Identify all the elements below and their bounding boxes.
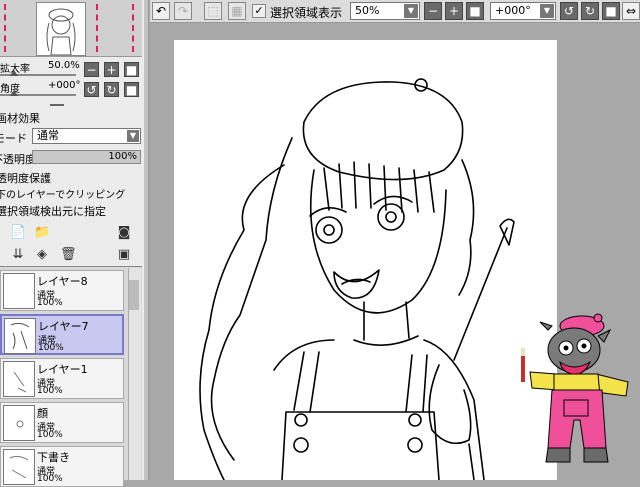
new-layer-icon[interactable]: 📄 xyxy=(10,225,26,241)
layer-mask-icon[interactable]: ◙ xyxy=(116,225,132,241)
navigator-preview[interactable] xyxy=(0,0,142,57)
layer-thumbnail-sketch xyxy=(10,322,30,350)
navigator-frame-left xyxy=(4,4,6,52)
angle-select[interactable]: +000° ▼ xyxy=(490,2,556,20)
layer-thumbnail-sketch xyxy=(9,455,29,479)
blend-mode-value: 通常 xyxy=(37,129,59,142)
rotate-value: +000° xyxy=(48,80,81,91)
zoom-reset-button[interactable]: ■ xyxy=(124,62,139,77)
scale-slider-knob[interactable] xyxy=(10,70,18,76)
layer-thumbnail-sketch xyxy=(16,420,24,428)
canvas-paper[interactable] xyxy=(174,40,557,481)
blend-mode-select[interactable]: 通常 ▼ xyxy=(32,128,141,144)
mode-label: モード xyxy=(0,132,27,145)
layer-thumbnail-sketch xyxy=(13,371,27,393)
layer-settings-icon[interactable]: ▣ xyxy=(116,247,132,263)
material-effect-title: 画材効果 xyxy=(0,112,40,125)
rotate-left-button[interactable]: ↺ xyxy=(84,82,99,97)
zoom-out-button[interactable]: − xyxy=(84,62,99,77)
redo-icon[interactable]: ↷ xyxy=(174,2,192,20)
layer-opacity: 100% xyxy=(38,343,64,353)
top-toolbar: ↶ ↷ ⬚ ▦ ✓ 選択領域表示 50% ▼ − + ■ +000° ▼ ↺ ↻… xyxy=(150,0,640,23)
layer-item[interactable]: 下書き 通常 100% xyxy=(0,446,124,487)
navigator-thumbnail xyxy=(36,2,86,56)
new-folder-icon[interactable]: 📁 xyxy=(34,225,50,241)
option-clip-to-lower[interactable]: 下のレイヤーでクリッピング xyxy=(0,186,125,201)
panel-splitter[interactable] xyxy=(144,0,148,480)
layer-name: 顔 xyxy=(37,407,48,420)
panel-divider-grip[interactable] xyxy=(50,104,64,106)
navigator-thumbnail-sketch xyxy=(46,8,76,56)
clear-layer-icon[interactable]: ◈ xyxy=(34,247,50,263)
rotate-reset-toolbar-button[interactable]: ■ xyxy=(602,2,620,20)
layer-name: 下書き xyxy=(37,451,70,464)
rotate-right-toolbar-button[interactable]: ↻ xyxy=(581,2,599,20)
zoom-reset-toolbar-button[interactable]: ■ xyxy=(466,2,484,20)
layer-thumbnail xyxy=(3,273,35,309)
trash-icon[interactable]: 🗑 xyxy=(60,247,77,263)
layer-opacity: 100% xyxy=(37,298,63,308)
scale-value: 50.0% xyxy=(48,60,80,71)
merge-down-icon[interactable]: ⇊ xyxy=(10,247,26,263)
layer-name: レイヤー8 xyxy=(37,275,88,288)
deselect-icon[interactable]: ⬚ xyxy=(204,2,222,20)
option-protect-opacity[interactable]: 透明度保護 xyxy=(0,170,51,186)
option-selection-source[interactable]: 選択領域検出元に指定 xyxy=(0,203,106,219)
zoom-select[interactable]: 50% ▼ xyxy=(350,2,420,20)
undo-icon[interactable]: ↶ xyxy=(152,2,170,20)
opacity-label: 不透明度 xyxy=(0,153,36,166)
layer-name: レイヤー1 xyxy=(37,363,88,376)
navigator-frame-right xyxy=(132,4,134,52)
rotate-left-toolbar-button[interactable]: ↺ xyxy=(560,2,578,20)
line-art-drawing xyxy=(199,78,515,481)
zoom-in-button[interactable]: + xyxy=(104,62,119,77)
flip-horizontal-icon[interactable]: ⇔ xyxy=(622,2,640,20)
layer-opacity: 100% xyxy=(37,430,63,440)
opacity-value: 100% xyxy=(108,151,137,162)
invert-selection-icon[interactable]: ▦ xyxy=(228,2,246,20)
layer-item[interactable]: レイヤー1 通常 100% xyxy=(0,358,124,399)
zoom-in-toolbar-button[interactable]: + xyxy=(445,2,463,20)
rotate-reset-button[interactable]: ■ xyxy=(124,82,139,97)
layer-item[interactable]: レイヤー8 通常 100% xyxy=(0,270,124,311)
chevron-down-icon: ▼ xyxy=(540,4,554,18)
layer-thumbnail xyxy=(4,318,36,354)
layer-thumbnail xyxy=(3,361,35,397)
rotate-right-button[interactable]: ↻ xyxy=(104,82,119,97)
zoom-value: 50% xyxy=(355,4,380,17)
rotate-slider-knob[interactable] xyxy=(10,90,18,96)
chevron-down-icon: ▼ xyxy=(127,130,139,142)
mascot-character xyxy=(521,313,629,463)
selection-display-checkbox[interactable]: ✓ xyxy=(252,4,266,18)
layer-item[interactable]: 顔 通常 100% xyxy=(0,402,124,443)
layer-scrollbar-thumb[interactable] xyxy=(129,280,139,310)
layer-thumbnail xyxy=(3,405,35,441)
selection-display-label: 選択領域表示 xyxy=(270,6,343,20)
layer-name: レイヤー7 xyxy=(38,320,89,333)
opacity-bar[interactable]: 100% xyxy=(32,150,141,164)
navigator-frame-mid xyxy=(96,4,98,52)
angle-value: +000° xyxy=(495,4,531,17)
layer-opacity: 100% xyxy=(37,386,63,396)
layer-item-selected[interactable]: レイヤー7 通常 100% xyxy=(0,314,124,355)
zoom-out-toolbar-button[interactable]: − xyxy=(424,2,442,20)
chevron-down-icon: ▼ xyxy=(404,4,418,18)
layer-opacity: 100% xyxy=(37,474,63,484)
